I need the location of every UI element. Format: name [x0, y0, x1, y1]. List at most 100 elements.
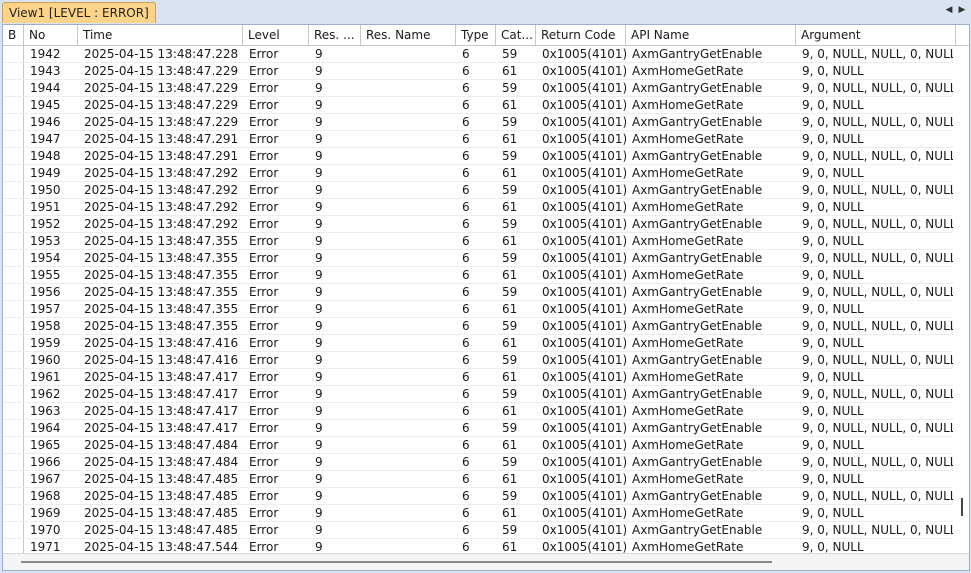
table-row[interactable]: 1966 2025-04-15 13:48:47.484 Error 9 6 59 0x10… [3, 454, 953, 471]
table-row[interactable]: 1946 2025-04-15 13:48:47.229 Error 9 6 59 0x10… [3, 114, 953, 131]
column-header-res-name[interactable]: Res. Name [361, 25, 456, 45]
column-header-res-no[interactable]: Res. ... [309, 25, 361, 45]
table-row[interactable]: 1964 2025-04-15 13:48:47.417 Error 9 6 59 0x10… [3, 420, 953, 437]
cell-res-name [361, 63, 456, 79]
table-row[interactable]: 1971 2025-04-15 13:48:47.544 Error 9 6 61 0x10… [3, 539, 953, 553]
column-header-type[interactable]: Type [456, 25, 496, 45]
table-row[interactable]: 1962 2025-04-15 13:48:47.417 Error 9 6 59 0x10… [3, 386, 953, 403]
table-row[interactable]: 1957 2025-04-15 13:48:47.355 Error 9 6 61 0x10… [3, 301, 953, 318]
cell-return-code: 0x1005(4101) [542, 115, 626, 129]
cell-res-name [361, 352, 456, 368]
cell-res-no: 9 [315, 523, 323, 537]
cell-api-name: AxmHomeGetRate [632, 98, 744, 112]
column-header-return-code[interactable]: Return Code [536, 25, 626, 45]
cell-no: 1943 [30, 64, 61, 78]
horizontal-scroll-thumb[interactable] [21, 561, 772, 563]
cell-return-code: 0x1005(4101) [542, 302, 626, 316]
tab-scroll-left-icon[interactable]: ◀ [944, 4, 954, 16]
cell-argument: 9, 0, NULL, NULL, 0, NULL, [802, 115, 953, 129]
cell-time: 2025-04-15 13:48:47.417 [84, 387, 239, 401]
table-row[interactable]: 1961 2025-04-15 13:48:47.417 Error 9 6 61 0x10… [3, 369, 953, 386]
cell-argument: 9, 0, NULL [802, 268, 864, 282]
cell-level: Error [249, 149, 279, 163]
cell-res-name [361, 199, 456, 215]
cell-time: 2025-04-15 13:48:47.484 [84, 455, 239, 469]
cell-bookmark [3, 471, 24, 487]
table-row[interactable]: 1970 2025-04-15 13:48:47.485 Error 9 6 59 0x10… [3, 522, 953, 539]
cell-argument: 9, 0, NULL, NULL, 0, NULL, [802, 47, 953, 61]
cell-api-name: AxmHomeGetRate [632, 370, 744, 384]
cell-no: 1964 [30, 421, 61, 435]
table-row[interactable]: 1950 2025-04-15 13:48:47.292 Error 9 6 59 0x10… [3, 182, 953, 199]
cell-time: 2025-04-15 13:48:47.291 [84, 149, 239, 163]
cell-res-no: 9 [315, 251, 323, 265]
column-header-api-name[interactable]: API Name [626, 25, 796, 45]
cell-res-name [361, 233, 456, 249]
table-row[interactable]: 1967 2025-04-15 13:48:47.485 Error 9 6 61 0x10… [3, 471, 953, 488]
table-row[interactable]: 1942 2025-04-15 13:48:47.228 Error 9 6 59 0x10… [3, 46, 953, 63]
column-header-argument[interactable]: Argument [796, 25, 956, 45]
cell-time: 2025-04-15 13:48:47.416 [84, 336, 239, 350]
table-row[interactable]: 1959 2025-04-15 13:48:47.416 Error 9 6 61 0x10… [3, 335, 953, 352]
table-row[interactable]: 1947 2025-04-15 13:48:47.291 Error 9 6 61 0x10… [3, 131, 953, 148]
table-row[interactable]: 1954 2025-04-15 13:48:47.355 Error 9 6 59 0x10… [3, 250, 953, 267]
cell-time: 2025-04-15 13:48:47.485 [84, 523, 239, 537]
cell-time: 2025-04-15 13:48:47.292 [84, 217, 239, 231]
table-row[interactable]: 1960 2025-04-15 13:48:47.416 Error 9 6 59 0x10… [3, 352, 953, 369]
table-row[interactable]: 1944 2025-04-15 13:48:47.229 Error 9 6 59 0x10… [3, 80, 953, 97]
tab-scroll-right-icon[interactable]: ▶ [957, 4, 967, 16]
column-header-level[interactable]: Level [243, 25, 309, 45]
cell-argument: 9, 0, NULL, NULL, 0, NULL, [802, 149, 953, 163]
cell-argument: 9, 0, NULL [802, 336, 864, 350]
tab-view1[interactable]: View1 [LEVEL : ERROR] [2, 2, 156, 23]
table-row[interactable]: 1951 2025-04-15 13:48:47.292 Error 9 6 61 0x10… [3, 199, 953, 216]
table-row[interactable]: 1963 2025-04-15 13:48:47.417 Error 9 6 61 0x10… [3, 403, 953, 420]
column-header-no[interactable]: No [24, 25, 78, 45]
cell-level: Error [249, 47, 279, 61]
cell-res-name [361, 386, 456, 402]
cell-type: 6 [462, 149, 470, 163]
cell-api-name: AxmGantryGetEnable [632, 387, 763, 401]
cell-category: 59 [502, 353, 518, 367]
grid-body: 1942 2025-04-15 13:48:47.228 Error 9 6 59 0x10… [3, 46, 953, 553]
cell-api-name: AxmHomeGetRate [632, 166, 744, 180]
cell-type: 6 [462, 81, 470, 95]
cell-level: Error [249, 302, 279, 316]
table-row[interactable]: 1953 2025-04-15 13:48:47.355 Error 9 6 61 0x10… [3, 233, 953, 250]
table-row[interactable]: 1956 2025-04-15 13:48:47.355 Error 9 6 59 0x10… [3, 284, 953, 301]
table-row[interactable]: 1968 2025-04-15 13:48:47.485 Error 9 6 59 0x10… [3, 488, 953, 505]
table-row[interactable]: 1948 2025-04-15 13:48:47.291 Error 9 6 59 0x10… [3, 148, 953, 165]
cell-bookmark [3, 284, 24, 300]
cell-api-name: AxmHomeGetRate [632, 336, 744, 350]
table-row[interactable]: 1969 2025-04-15 13:48:47.485 Error 9 6 61 0x10… [3, 505, 953, 522]
cell-no: 1942 [30, 47, 61, 61]
cell-res-name [361, 301, 456, 317]
cell-type: 6 [462, 319, 470, 333]
table-row[interactable]: 1943 2025-04-15 13:48:47.229 Error 9 6 61 0x10… [3, 63, 953, 80]
column-header-time[interactable]: Time [78, 25, 243, 45]
column-header-category[interactable]: Cat... [496, 25, 536, 45]
cell-category: 61 [502, 506, 518, 520]
table-row[interactable]: 1945 2025-04-15 13:48:47.229 Error 9 6 61 0x10… [3, 97, 953, 114]
cell-api-name: AxmGantryGetEnable [632, 217, 763, 231]
cell-time: 2025-04-15 13:48:47.544 [84, 540, 239, 553]
cell-bookmark [3, 505, 24, 521]
cell-api-name: AxmHomeGetRate [632, 64, 744, 78]
cell-level: Error [249, 489, 279, 503]
cell-return-code: 0x1005(4101) [542, 387, 626, 401]
horizontal-scrollbar[interactable] [3, 553, 969, 570]
table-row[interactable]: 1955 2025-04-15 13:48:47.355 Error 9 6 61 0x10… [3, 267, 953, 284]
table-row[interactable]: 1958 2025-04-15 13:48:47.355 Error 9 6 59 0x10… [3, 318, 953, 335]
cell-res-no: 9 [315, 217, 323, 231]
vertical-scroll-thumb[interactable] [961, 498, 963, 516]
table-row[interactable]: 1965 2025-04-15 13:48:47.484 Error 9 6 61 0x10… [3, 437, 953, 454]
cell-api-name: AxmGantryGetEnable [632, 81, 763, 95]
cell-bookmark [3, 131, 24, 147]
column-header-b[interactable]: B [3, 25, 24, 45]
cell-no: 1944 [30, 81, 61, 95]
cell-argument: 9, 0, NULL [802, 234, 864, 248]
table-row[interactable]: 1952 2025-04-15 13:48:47.292 Error 9 6 59 0x10… [3, 216, 953, 233]
table-row[interactable]: 1949 2025-04-15 13:48:47.292 Error 9 6 61 0x10… [3, 165, 953, 182]
cell-api-name: AxmHomeGetRate [632, 472, 744, 486]
vertical-scrollbar[interactable] [956, 46, 969, 553]
